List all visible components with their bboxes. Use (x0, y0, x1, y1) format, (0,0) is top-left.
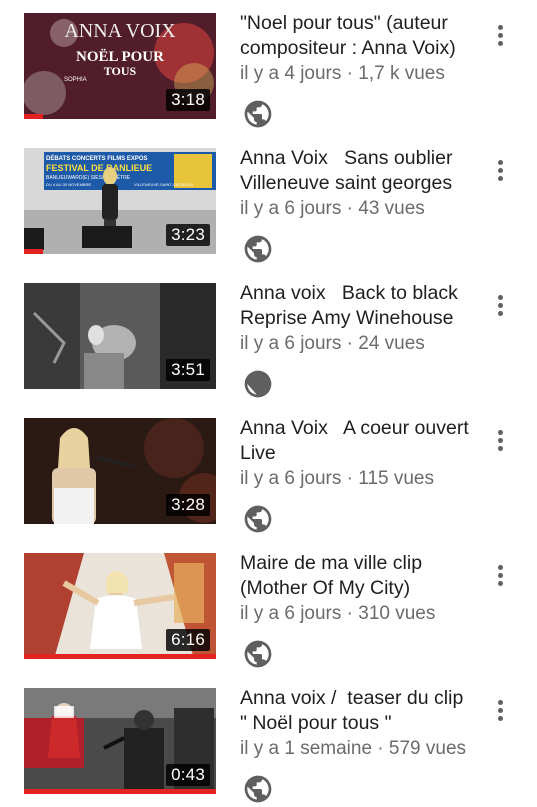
video-thumbnail[interactable]: 3:28 (24, 418, 216, 524)
video-item[interactable]: 6:16 Maire de ma ville clip (Mother Of M… (0, 540, 537, 675)
globe-icon (244, 235, 272, 263)
video-title[interactable]: "Noel pour tous" (auteur compositeur : A… (240, 11, 475, 60)
thumb-text: ANNA VOIX (64, 20, 176, 42)
video-title[interactable]: Anna Voix A coeur ouvert Live (240, 416, 475, 465)
more-options-button[interactable] (488, 695, 512, 727)
watch-progress-bar (24, 114, 216, 119)
globe-icon (244, 100, 272, 128)
watch-progress-bar (24, 519, 216, 524)
video-thumbnail[interactable]: 6:16 (24, 553, 216, 659)
thumb-text: NOËL POUR (76, 49, 164, 65)
video-thumbnail[interactable]: 0:43 (24, 688, 216, 794)
video-thumbnail[interactable]: DÉBATS CONCERTS FILMS EXPOS FESTIVAL DE … (24, 148, 216, 254)
more-vert-icon (498, 295, 503, 300)
more-options-button[interactable] (488, 290, 512, 322)
video-thumbnail[interactable]: ANNA VOIX NOËL POUR TOUS SOPHIA 3:18 (24, 13, 216, 119)
video-thumbnail[interactable]: 3:51 (24, 283, 216, 389)
more-vert-icon (498, 25, 503, 30)
watch-progress-fill (24, 654, 216, 659)
more-options-button[interactable] (488, 560, 512, 592)
video-title[interactable]: Maire de ma ville clip (Mother Of My Cit… (240, 551, 475, 600)
video-item[interactable]: ANNA VOIX NOËL POUR TOUS SOPHIA 3:18 "No… (0, 0, 537, 135)
video-title[interactable]: Anna voix Back to black Reprise Amy Wine… (240, 281, 475, 330)
globe-icon (244, 505, 272, 533)
thumb-text: DÉBATS CONCERTS FILMS EXPOS (46, 154, 148, 162)
watch-progress-bar (24, 789, 216, 794)
video-item[interactable]: 3:28 Anna Voix A coeur ouvert Live il y … (0, 405, 537, 540)
duration-badge: 3:28 (166, 494, 210, 516)
duration-badge: 0:43 (166, 764, 210, 786)
video-meta: il y a 6 jours · 115 vues (240, 468, 434, 489)
video-title[interactable]: Anna voix / teaser du clip " Noël pour t… (240, 686, 475, 735)
video-meta: il y a 6 jours · 310 vues (240, 603, 436, 624)
thumb-text: DU 4 AU 30 NOVEMBRE (46, 182, 91, 187)
thumb-text: BANLIEUWARD(E) SIES/ DE L'ÊTRE (46, 173, 131, 181)
video-item[interactable]: 3:51 Anna voix Back to black Reprise Amy… (0, 270, 537, 405)
duration-badge: 3:23 (166, 224, 210, 246)
video-meta: il y a 6 jours · 43 vues (240, 198, 425, 219)
more-vert-icon (498, 160, 503, 165)
more-options-button[interactable] (488, 20, 512, 52)
video-list: ANNA VOIX NOËL POUR TOUS SOPHIA 3:18 "No… (0, 0, 537, 807)
more-vert-icon (498, 565, 503, 570)
more-options-button[interactable] (488, 425, 512, 457)
more-vert-icon (498, 700, 503, 705)
watch-progress-bar (24, 384, 216, 389)
video-title[interactable]: Anna Voix Sans oublier Villeneuve saint … (240, 146, 475, 195)
globe-icon (244, 370, 272, 398)
globe-icon (244, 640, 272, 668)
thumb-text: VILLENEUVE-SAINT-GEORGES (134, 182, 193, 187)
watch-progress-bar (24, 249, 216, 254)
video-meta: il y a 4 jours · 1,7 k vues (240, 63, 445, 84)
thumb-text: SOPHIA (64, 77, 87, 83)
watch-progress-fill (24, 249, 44, 254)
watch-progress-bar (24, 654, 216, 659)
video-item[interactable]: DÉBATS CONCERTS FILMS EXPOS FESTIVAL DE … (0, 135, 537, 270)
duration-badge: 3:51 (166, 359, 210, 381)
thumb-text: FESTIVAL DE BANLIEUE (46, 163, 152, 173)
watch-progress-fill (24, 789, 216, 794)
duration-badge: 6:16 (166, 629, 210, 651)
duration-badge: 3:18 (166, 89, 210, 111)
globe-icon (244, 775, 272, 803)
thumb-text: TOUS (104, 64, 137, 78)
more-options-button[interactable] (488, 155, 512, 187)
video-item[interactable]: 0:43 Anna voix / teaser du clip " Noël p… (0, 675, 537, 807)
watch-progress-fill (24, 114, 44, 119)
video-meta: il y a 6 jours · 24 vues (240, 333, 425, 354)
more-vert-icon (498, 430, 503, 435)
video-meta: il y a 1 semaine · 579 vues (240, 738, 467, 759)
